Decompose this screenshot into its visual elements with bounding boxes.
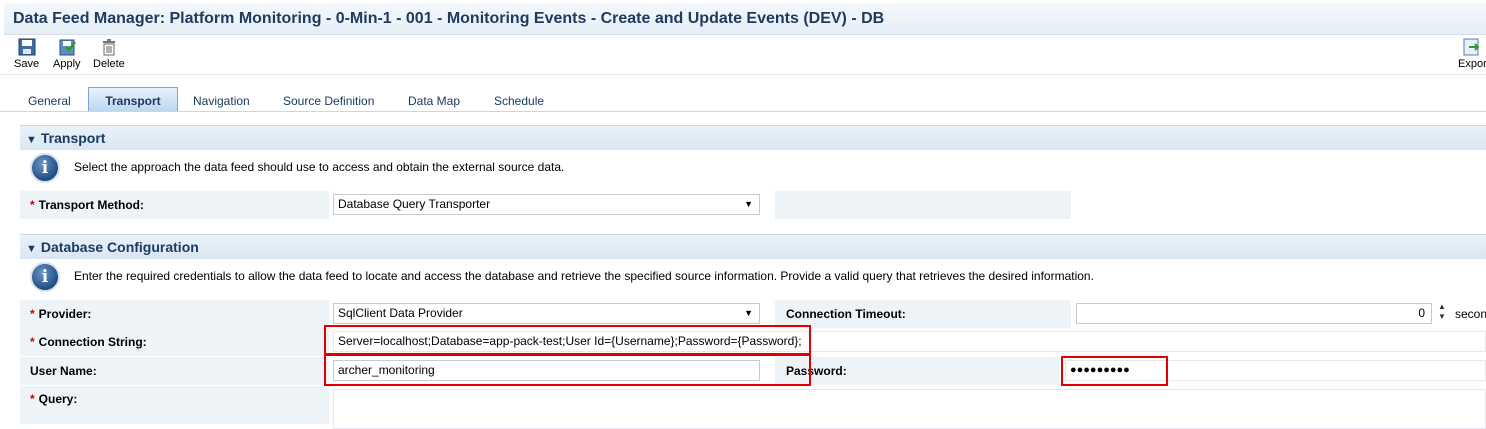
- password-label-cell: Password:: [775, 357, 1060, 385]
- dropdown-arrow-icon: ▼: [744, 308, 753, 318]
- transport-method-label: * Transport Method:: [20, 191, 329, 219]
- transport-section: ▼ Transport i Select the approach the dat…: [20, 125, 1486, 219]
- save-label: Save: [14, 58, 40, 70]
- required-marker: *: [30, 307, 35, 321]
- required-marker: *: [30, 198, 35, 212]
- dropdown-arrow-icon: ▼: [744, 199, 753, 209]
- connection-string-row: * Connection String: Server=localhost;Dat…: [20, 328, 1486, 356]
- trash-icon: [102, 39, 115, 56]
- connection-timeout-label: Connection Timeout:: [786, 307, 906, 321]
- transport-method-value: Database Query Transporter: [338, 197, 491, 211]
- info-icon: i: [30, 262, 60, 292]
- required-marker: *: [30, 335, 35, 349]
- database-configuration-section: ▼ Database Configuration i Enter the requ…: [20, 234, 1486, 429]
- password-label: Password:: [786, 364, 847, 378]
- transport-method-select[interactable]: Database Query Transporter ▼: [333, 194, 760, 215]
- transport-section-header[interactable]: ▼ Transport: [20, 125, 1486, 150]
- empty-cell: [775, 191, 1071, 219]
- database-info: i Enter the required credentials to allo…: [20, 259, 1486, 295]
- transport-header-text: Transport: [40, 130, 106, 146]
- username-label: User Name:: [20, 357, 329, 385]
- database-section-header[interactable]: ▼ Database Configuration: [20, 234, 1486, 259]
- timeout-label-cell: Connection Timeout:: [775, 300, 1071, 328]
- apply-icon: [59, 39, 76, 56]
- transport-info-text: Select the approach the data feed should…: [74, 160, 565, 174]
- required-marker: *: [30, 392, 35, 406]
- export-icon: [1463, 38, 1480, 56]
- window-title: Data Feed Manager: Platform Monitoring -…: [13, 10, 885, 27]
- delete-button[interactable]: Delete: [93, 37, 125, 70]
- connection-timeout-input[interactable]: 0: [1076, 303, 1432, 324]
- toolbar: Save Apply Delete Expor: [0, 34, 1486, 75]
- transport-method-row: * Transport Method: Database Query Transp…: [20, 191, 1486, 219]
- info-icon: i: [30, 153, 60, 183]
- timeout-unit: secon: [1455, 307, 1486, 321]
- username-row: User Name: archer_monitoring Password: ●…: [20, 357, 1486, 385]
- tab-transport[interactable]: Transport: [88, 87, 178, 111]
- tab-bar: General Transport Navigation Source Defi…: [0, 87, 1486, 112]
- username-input[interactable]: archer_monitoring: [333, 360, 760, 381]
- tab-source-definition[interactable]: Source Definition: [283, 87, 374, 110]
- query-label: * Query:: [20, 386, 329, 424]
- tab-schedule[interactable]: Schedule: [494, 87, 544, 110]
- title-bar: Data Feed Manager: Platform Monitoring -…: [4, 3, 1486, 35]
- provider-value: SqlClient Data Provider: [338, 306, 463, 320]
- apply-label: Apply: [53, 58, 81, 70]
- delete-label: Delete: [93, 58, 125, 70]
- provider-row: * Provider: SqlClient Data Provider ▼ Con…: [20, 300, 1486, 328]
- database-info-text: Enter the required credentials to allow …: [74, 269, 1094, 283]
- tab-general[interactable]: General: [28, 87, 71, 110]
- collapse-arrow-icon: ▼: [26, 243, 37, 255]
- apply-button[interactable]: Apply: [53, 37, 81, 70]
- timeout-stepper[interactable]: ▲ ▼: [1438, 302, 1448, 322]
- query-row: * Query:: [20, 386, 1486, 429]
- save-button[interactable]: Save: [14, 37, 39, 70]
- collapse-arrow-icon: ▼: [26, 134, 37, 146]
- transport-info: i Select the approach the data feed shou…: [20, 150, 1486, 186]
- query-textarea[interactable]: [333, 389, 1486, 429]
- tab-data-map[interactable]: Data Map: [408, 87, 460, 110]
- export-label: Expor: [1458, 58, 1486, 70]
- password-input[interactable]: ●●●●●●●●●: [1065, 360, 1486, 381]
- export-button[interactable]: Expor: [1458, 37, 1486, 70]
- connection-string-label: * Connection String:: [20, 328, 329, 356]
- tab-navigation[interactable]: Navigation: [193, 87, 250, 110]
- provider-label: * Provider:: [20, 300, 329, 328]
- database-header-text: Database Configuration: [40, 239, 199, 255]
- save-icon: [18, 38, 36, 56]
- connection-string-input[interactable]: Server=localhost;Database=app-pack-test;…: [333, 331, 1486, 352]
- provider-select[interactable]: SqlClient Data Provider ▼: [333, 303, 760, 324]
